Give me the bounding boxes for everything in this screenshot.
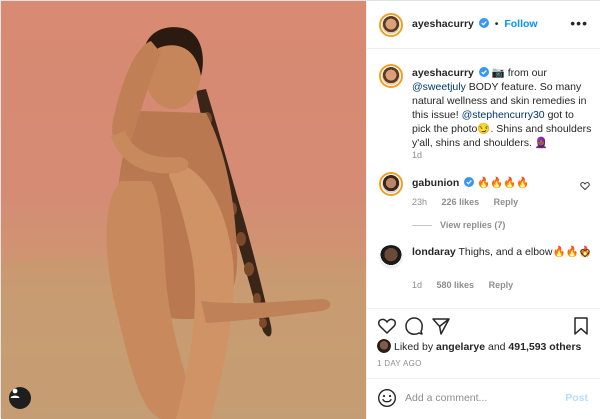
- avatar-image: [377, 339, 391, 353]
- comment-avatar-londaray[interactable]: [379, 245, 403, 269]
- header-separator: •: [494, 18, 499, 30]
- camera-emoji: 📷: [491, 67, 505, 79]
- heart-icon[interactable]: [377, 316, 397, 336]
- post-photo[interactable]: [1, 1, 366, 419]
- comment-reply-button[interactable]: Reply: [494, 197, 519, 207]
- user-tag-button[interactable]: [9, 387, 31, 409]
- comment-icon[interactable]: [404, 316, 424, 336]
- likes-prefix: Liked by: [394, 341, 437, 353]
- more-options-icon[interactable]: •••: [570, 16, 588, 30]
- smiley-icon[interactable]: [377, 388, 397, 408]
- comment-username[interactable]: londaray: [412, 246, 456, 258]
- verified-badge-icon: [464, 177, 475, 187]
- user-tag-icon: [10, 388, 20, 398]
- comment-age[interactable]: 23h: [412, 197, 427, 207]
- comment-like-heart-icon[interactable]: [580, 181, 590, 191]
- instagram-post-window: ayeshacurry • Follow ••• ayeshacurry 📷 f…: [0, 0, 600, 419]
- comment-avatar-gabunion[interactable]: [379, 172, 403, 196]
- comment-body: 🔥🔥🔥🔥: [477, 177, 530, 189]
- header-name-row: ayeshacurry • Follow: [412, 18, 538, 30]
- caption-meta: 1d: [412, 150, 434, 160]
- post-side-panel: ayeshacurry • Follow ••• ayeshacurry 📷 f…: [366, 1, 600, 419]
- likes-summary: Liked by angelarye and 491,593 others: [377, 339, 581, 353]
- comment-age[interactable]: 1d: [412, 280, 422, 290]
- photo-illustration: [1, 27, 366, 419]
- view-replies-label: View replies (7): [440, 220, 506, 230]
- post-header: ayeshacurry • Follow •••: [367, 1, 600, 49]
- post-comment-button[interactable]: Post: [565, 392, 588, 404]
- post-timestamp[interactable]: 1 DAY AGO: [377, 359, 422, 368]
- liker-username[interactable]: angelarye: [436, 341, 485, 353]
- comment-meta-gabunion: 23h 226 likes Reply: [412, 197, 530, 207]
- comment-body: Thighs, and a elbow🔥🔥🔥: [458, 246, 592, 258]
- liker-avatar[interactable]: [377, 339, 391, 353]
- comment-text-gabunion: gabunion 🔥🔥🔥🔥: [412, 176, 592, 190]
- comment-reply-button[interactable]: Reply: [489, 280, 514, 290]
- avatar-image: [382, 175, 400, 193]
- caption-part-1: from our: [504, 67, 547, 79]
- view-replies-button[interactable]: View replies (7): [412, 220, 505, 230]
- likes-middle: and: [485, 341, 509, 353]
- replies-divider: [412, 225, 432, 227]
- follow-button[interactable]: Follow: [504, 18, 537, 30]
- author-avatar[interactable]: [379, 13, 403, 37]
- author-username[interactable]: ayeshacurry: [412, 18, 474, 30]
- paper-plane-icon[interactable]: [431, 316, 451, 336]
- bookmark-icon[interactable]: [571, 316, 591, 336]
- comment-username[interactable]: gabunion: [412, 177, 459, 189]
- mention-stephencurry30[interactable]: @stephencurry30: [462, 109, 545, 121]
- avatar-image: [382, 67, 400, 85]
- mention-sweetjuly[interactable]: @sweetjuly: [412, 81, 466, 93]
- avatar-image: [382, 16, 400, 34]
- comment-like-heart-icon[interactable]: [580, 248, 590, 258]
- comments-section[interactable]: ayeshacurry 📷 from our @sweetjuly BODY f…: [367, 50, 600, 308]
- caption-text: ayeshacurry 📷 from our @sweetjuly BODY f…: [412, 66, 592, 150]
- verified-badge-icon: [478, 67, 489, 77]
- comment-text-londaray: londaray Thighs, and a elbow🔥🔥🔥: [412, 245, 592, 259]
- comment-likes[interactable]: 226 likes: [442, 197, 480, 207]
- comment-meta-londaray: 1d 580 likes Reply: [412, 280, 525, 290]
- avatar-image: [379, 245, 403, 269]
- add-comment-bar: Post: [367, 378, 600, 419]
- comment-input[interactable]: [405, 388, 555, 408]
- comment-likes[interactable]: 580 likes: [437, 280, 475, 290]
- verified-badge-icon: [478, 18, 489, 28]
- caption-author-avatar[interactable]: [379, 64, 403, 88]
- likes-count[interactable]: 491,593 others: [508, 341, 581, 353]
- caption-age[interactable]: 1d: [412, 150, 422, 160]
- caption-username[interactable]: ayeshacurry: [412, 67, 474, 79]
- post-action-bar: [367, 308, 600, 340]
